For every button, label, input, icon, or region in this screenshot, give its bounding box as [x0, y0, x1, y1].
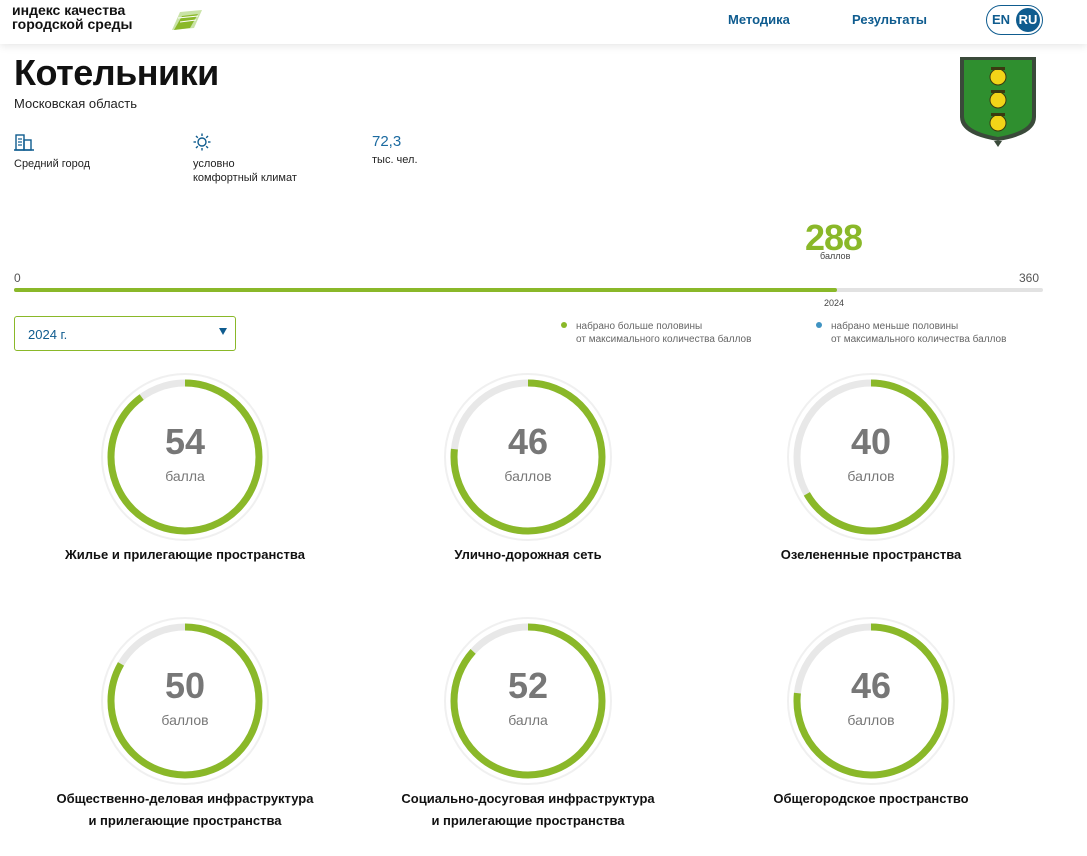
score-bar-min: 0 [14, 271, 21, 285]
dropdown-arrow-icon [219, 328, 227, 335]
dial-score-unit: баллов [847, 712, 895, 728]
category-label-line-2: и прилегающие пространства [88, 813, 282, 828]
category-label-line-1: Социально-досуговая инфраструктура [401, 791, 655, 806]
category-label: Общественно-деловая инфраструктура и при… [20, 788, 350, 832]
climate-stat: условно комфортный климат [193, 133, 297, 185]
green-dot-icon [561, 322, 567, 328]
dial-score-value: 40 [850, 421, 892, 462]
building-icon [14, 134, 34, 151]
year-select[interactable]: 2024 г. [14, 316, 236, 351]
city-title: Котельники [14, 52, 219, 93]
score-progress-fill [14, 288, 838, 292]
dial-score-value: 50 [164, 665, 206, 706]
dial-score-value: 54 [164, 421, 206, 462]
nav-results[interactable]: Результаты [852, 12, 927, 27]
category-label: Общегородское пространство [706, 788, 1036, 810]
year-select-value: 2024 г. [28, 327, 68, 342]
climate-line-2: комфортный климат [193, 172, 297, 184]
city-size-stat: Средний город [14, 133, 90, 171]
dial-score-unit: баллов [847, 468, 895, 484]
legend-above-line-2: от максимального количества баллов [576, 334, 752, 345]
language-switcher: EN RU [986, 5, 1043, 35]
population-value: 72,3 [372, 133, 402, 150]
dial-score-unit: баллов [161, 712, 209, 728]
category-label-line-1: Озелененные пространства [780, 547, 962, 562]
city-size-label: Средний город [14, 158, 91, 170]
score-bar-max: 360 [1019, 271, 1040, 285]
logo-leaf-icon[interactable] [170, 8, 204, 32]
lang-ru-button[interactable]: RU [1016, 8, 1040, 32]
category-dial[interactable]: 46 баллов [443, 372, 613, 542]
total-score-unit: баллов [820, 251, 851, 261]
category-dial[interactable]: 52 балла [443, 616, 613, 786]
category-label: Жилье и прилегающие пространства [20, 544, 350, 566]
score-progress-bar [14, 288, 1043, 292]
dial-score-unit: балла [508, 712, 548, 728]
coat-of-arms-icon [960, 57, 1036, 147]
dial-score-value: 46 [850, 665, 892, 706]
category-label: Улично-дорожная сеть [363, 544, 693, 566]
sun-icon [193, 133, 211, 151]
category-label-line-2: и прилегающие пространства [431, 813, 625, 828]
climate-line-1: условно [193, 158, 235, 170]
dial-score-value: 52 [507, 665, 549, 706]
top-header: индекс качества городской среды Методика… [0, 0, 1087, 44]
nav-methodology[interactable]: Методика [728, 12, 790, 27]
category-dial[interactable]: 50 баллов [100, 616, 270, 786]
category-dial[interactable]: 40 баллов [786, 372, 956, 542]
category-label: Социально-досуговая инфраструктура и при… [363, 788, 693, 832]
lang-en-button[interactable]: EN [992, 12, 1010, 27]
population-unit: тыс. чел. [372, 154, 418, 166]
category-dial[interactable]: 54 балла [100, 372, 270, 542]
dial-score-value: 46 [507, 421, 549, 462]
site-logo-text[interactable]: индекс качества городской среды [12, 3, 132, 31]
legend-above-line-1: набрано больше половины [576, 321, 703, 332]
category-label-line-1: Общегородское пространство [773, 791, 969, 806]
dial-score-unit: балла [165, 468, 205, 484]
category-label: Озелененные пространства [706, 544, 1036, 566]
category-label-line-1: Жилье и прилегающие пространства [65, 547, 305, 562]
blue-dot-icon [816, 322, 822, 328]
dial-score-unit: баллов [504, 468, 552, 484]
logo-line-2: городской среды [12, 16, 133, 32]
legend-below-line-2: от максимального количества баллов [831, 334, 1007, 345]
category-label-line-1: Улично-дорожная сеть [454, 547, 602, 562]
category-label-line-1: Общественно-деловая инфраструктура [56, 791, 314, 806]
logo-line-1: индекс качества [12, 2, 126, 18]
region-name: Московская область [14, 96, 138, 111]
category-dial[interactable]: 46 баллов [786, 616, 956, 786]
score-year-marker: 2024 [824, 298, 845, 308]
legend-below-line-1: набрано меньше половины [831, 321, 959, 332]
